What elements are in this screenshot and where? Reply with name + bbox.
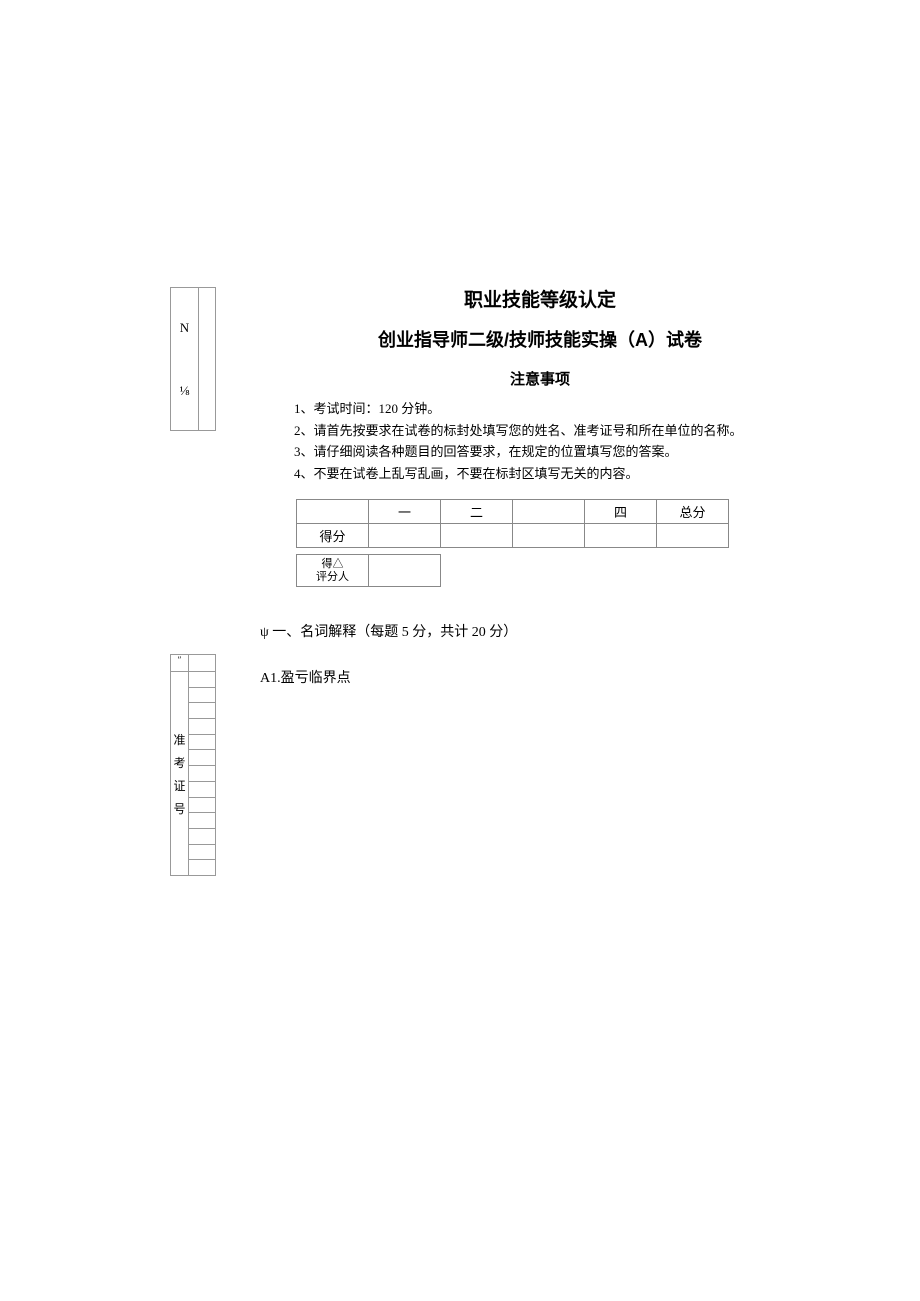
table-row: 得△ 评分人: [297, 555, 441, 587]
score-header-1: 一: [369, 500, 441, 524]
left-sidebar-box-1-empty: [199, 288, 215, 430]
id-digit-cell: [189, 688, 215, 704]
notice-item: 2、请首先按要求在试卷的标封处填写您的姓名、准考证号和所在单位的名称。: [294, 421, 820, 441]
grader-label-line1: 得△: [322, 558, 344, 570]
id-label-char: 考: [173, 754, 185, 771]
id-digit-cell: [189, 829, 215, 845]
id-digit-cell: [189, 766, 215, 782]
id-digit-cell: [189, 703, 215, 719]
label-n: N: [180, 320, 189, 336]
id-digit-cell: [189, 845, 215, 861]
left-sidebar-box-1-labels: N ⅛: [171, 288, 199, 430]
id-digit-cell: [189, 782, 215, 798]
id-digit-cell: [189, 750, 215, 766]
score-header-2: 二: [441, 500, 513, 524]
left-box-2-lines: [189, 672, 215, 875]
score-cell: [657, 524, 729, 548]
grader-label: 得△ 评分人: [297, 555, 369, 587]
score-table: 一 二 四 总分 得分: [296, 499, 729, 548]
notice-item: 3、请仔细阅读各种题目的回答要求，在规定的位置填写您的答案。: [294, 442, 820, 462]
question-item: A1.盈亏临界点: [260, 667, 820, 687]
id-label-char: 证: [173, 777, 185, 794]
section-1-heading: ψ 一、名词解释（每题 5 分，共计 20 分）: [260, 621, 820, 641]
score-header-blank: [297, 500, 369, 524]
notice-list: 1、考试时间：120 分钟。 2、请首先按要求在试卷的标封处填写您的姓名、准考证…: [294, 399, 820, 483]
id-digit-cell: [189, 860, 215, 875]
left-box-2-body: 准 考 证 号: [170, 672, 216, 876]
score-header-4: 四: [585, 500, 657, 524]
table-row: 一 二 四 总分: [297, 500, 729, 524]
notice-heading: 注意事项: [260, 368, 820, 389]
notice-item: 1、考试时间：120 分钟。: [294, 399, 820, 419]
id-digit-cell: [189, 813, 215, 829]
grader-cell: [369, 555, 441, 587]
top-char: ″: [171, 655, 189, 671]
left-sidebar-box-1: N ⅛: [170, 287, 216, 431]
page-title-2: 创业指导师二级/技师技能实操（A）试卷: [260, 326, 820, 352]
id-digit-cell: [189, 798, 215, 814]
id-digit-cell: [189, 735, 215, 751]
score-header-3: [513, 500, 585, 524]
top-empty: [189, 655, 215, 671]
label-frac: ⅛: [180, 383, 190, 399]
score-cell: [513, 524, 585, 548]
notice-item: 4、不要在试卷上乱写乱画，不要在标封区填写无关的内容。: [294, 464, 820, 484]
id-digit-cell: [189, 719, 215, 735]
main-content: 职业技能等级认定 创业指导师二级/技师技能实操（A）试卷 注意事项 1、考试时间…: [260, 285, 820, 687]
id-label-char: 号: [173, 800, 185, 817]
table-row: 得分: [297, 524, 729, 548]
score-cell: [441, 524, 513, 548]
id-label-char: 准: [173, 731, 185, 748]
score-row-label: 得分: [297, 524, 369, 548]
left-sidebar-box-2: ″ 准 考 证 号: [170, 654, 216, 876]
score-cell: [585, 524, 657, 548]
left-box-2-top: ″: [170, 654, 216, 672]
score-header-total: 总分: [657, 500, 729, 524]
page-title-1: 职业技能等级认定: [260, 285, 820, 312]
grader-table: 得△ 评分人: [296, 554, 441, 587]
grader-label-line2: 评分人: [316, 571, 349, 583]
id-digit-cell: [189, 672, 215, 688]
left-box-2-label-col: 准 考 证 号: [171, 672, 189, 875]
score-cell: [369, 524, 441, 548]
